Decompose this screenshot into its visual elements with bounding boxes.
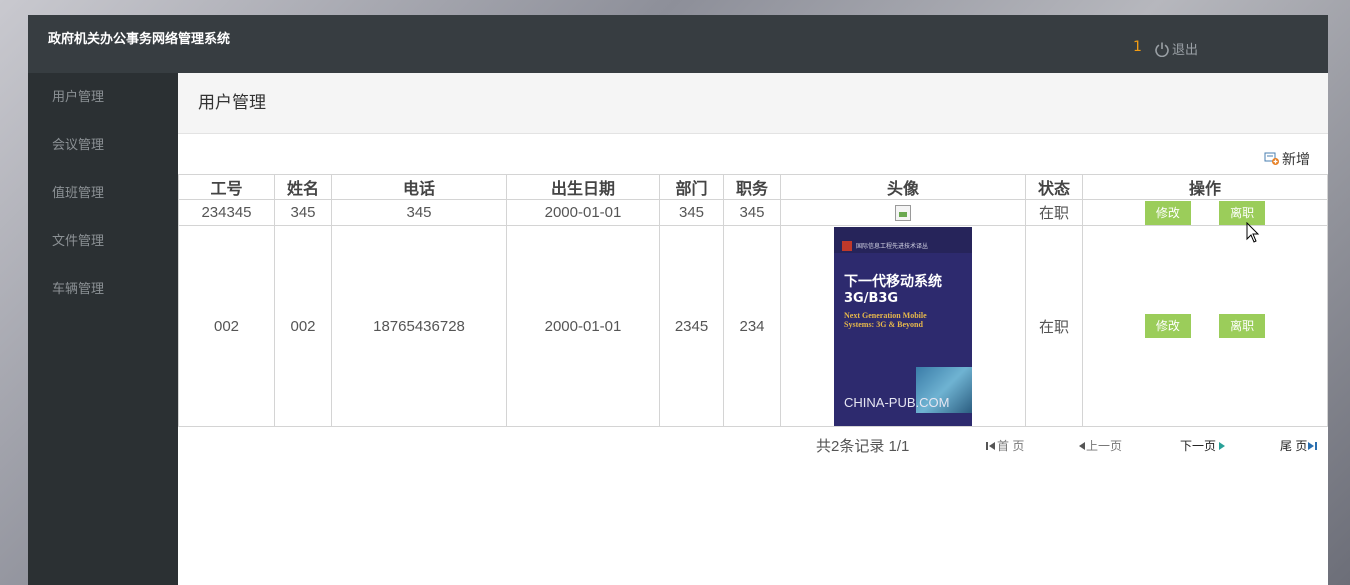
sidebar-item-users[interactable]: 用户管理 [28,73,178,121]
table-row: 234345 345 345 2000-01-01 345 345 在职 修改 … [178,199,1328,226]
next-page-link[interactable]: 下一页 [1180,437,1226,454]
prev-page-link[interactable]: 上一页 [1078,437,1122,454]
table-row: 002 002 18765436728 2000-01-01 2345 234 … [178,225,1328,427]
app-title: 政府机关办公事务网络管理系统 [48,32,231,47]
cell-avatar [780,199,1026,226]
logout-label: 退出 [1172,43,1199,58]
cover-title-en: Next Generation Mobile Systems: 3G & Bey… [844,310,927,329]
last-page-label: 尾 页 [1280,439,1308,453]
cell-name: 345 [274,199,332,226]
prev-page-icon [1079,441,1085,450]
cell-birth: 2000-01-01 [506,225,660,427]
edit-button[interactable]: 修改 [1144,314,1191,338]
column-header: 工号 [178,174,275,200]
next-page-icon [1219,441,1226,450]
first-page-link[interactable]: 首 页 [985,437,1024,454]
toolbar: 新增 [178,134,1328,174]
add-button[interactable]: 新增 [1264,149,1310,169]
avatar-book-cover: 国际信息工程先进技术译丛 下一代移动系统 3G/B3G Next Generat… [834,226,972,426]
cell-actions: 修改 离职 [1082,199,1328,226]
cell-id: 002 [178,225,275,427]
prev-page-label: 上一页 [1086,439,1123,453]
column-header: 状态 [1025,174,1083,200]
cell-id: 234345 [178,199,275,226]
edit-button[interactable]: 修改 [1144,200,1191,225]
cell-position: 234 [723,225,781,427]
first-page-icon [986,441,995,450]
publisher-logo [842,240,852,251]
cell-status: 在职 [1025,199,1083,226]
cell-birth: 2000-01-01 [506,199,660,226]
column-header: 部门 [659,174,724,200]
cover-series: 国际信息工程先进技术译丛 [856,243,929,250]
sidebar-item-meetings[interactable]: 会议管理 [28,121,178,169]
sidebar-item-duty[interactable]: 值班管理 [28,169,178,217]
column-header: 姓名 [274,174,332,200]
user-table: 工号 姓名 电话 出生日期 部门 职务 头像 状态 操作 234345 345 … [178,174,1328,427]
add-label: 新增 [1282,152,1310,168]
main-content: 用户管理 新增 工号 姓名 电话 出生日期 部门 职务 头像 状态 操作 234… [178,73,1328,585]
cell-name: 002 [274,225,332,427]
cell-dept: 345 [659,199,724,226]
cell-avatar: 国际信息工程先进技术译丛 下一代移动系统 3G/B3G Next Generat… [780,225,1026,427]
cell-actions: 修改 离职 [1082,225,1328,427]
cell-phone: 345 [331,199,507,226]
mouse-cursor-icon [1246,222,1260,243]
leave-button[interactable]: 离职 [1219,200,1266,225]
column-header: 电话 [331,174,507,200]
user-count: 1 [1133,39,1142,55]
column-header: 出生日期 [506,174,660,200]
app-window: 政府机关办公事务网络管理系统 1 退出 用户管理 会议管理 值班管理 文件管理 … [28,15,1328,585]
power-icon [1155,42,1169,57]
cell-status: 在职 [1025,225,1083,427]
page-title: 用户管理 [178,73,1328,134]
broken-image-icon [895,205,911,222]
record-summary: 共2条记录 1/1 [816,438,910,455]
cover-publisher-mark: CHINA-PUB.COM [844,394,950,410]
sidebar-item-files[interactable]: 文件管理 [28,217,178,265]
top-bar: 政府机关办公事务网络管理系统 1 退出 [28,15,1328,73]
sidebar-item-vehicles[interactable]: 车辆管理 [28,265,178,313]
table-header-row: 工号 姓名 电话 出生日期 部门 职务 头像 状态 操作 [178,174,1328,200]
last-page-icon [1308,441,1318,450]
cover-title-cn: 下一代移动系统 [844,273,942,290]
column-header: 操作 [1082,174,1328,200]
add-icon [1264,152,1279,165]
next-page-label: 下一页 [1180,439,1217,453]
sidebar: 用户管理 会议管理 值班管理 文件管理 车辆管理 [28,73,178,585]
cover-title-code: 3G/B3G [844,290,899,306]
cell-dept: 2345 [659,225,724,427]
column-header: 职务 [723,174,781,200]
leave-button[interactable]: 离职 [1219,314,1266,338]
column-header: 头像 [780,174,1026,200]
cell-phone: 18765436728 [331,225,507,427]
logout-button[interactable]: 退出 [1154,39,1198,58]
first-page-label: 首 页 [997,439,1025,453]
pagination: 共2条记录 1/1 首 页 上一页 下一页 尾 页 [178,427,1328,461]
last-page-link[interactable]: 尾 页 [1280,437,1319,454]
cell-position: 345 [723,199,781,226]
